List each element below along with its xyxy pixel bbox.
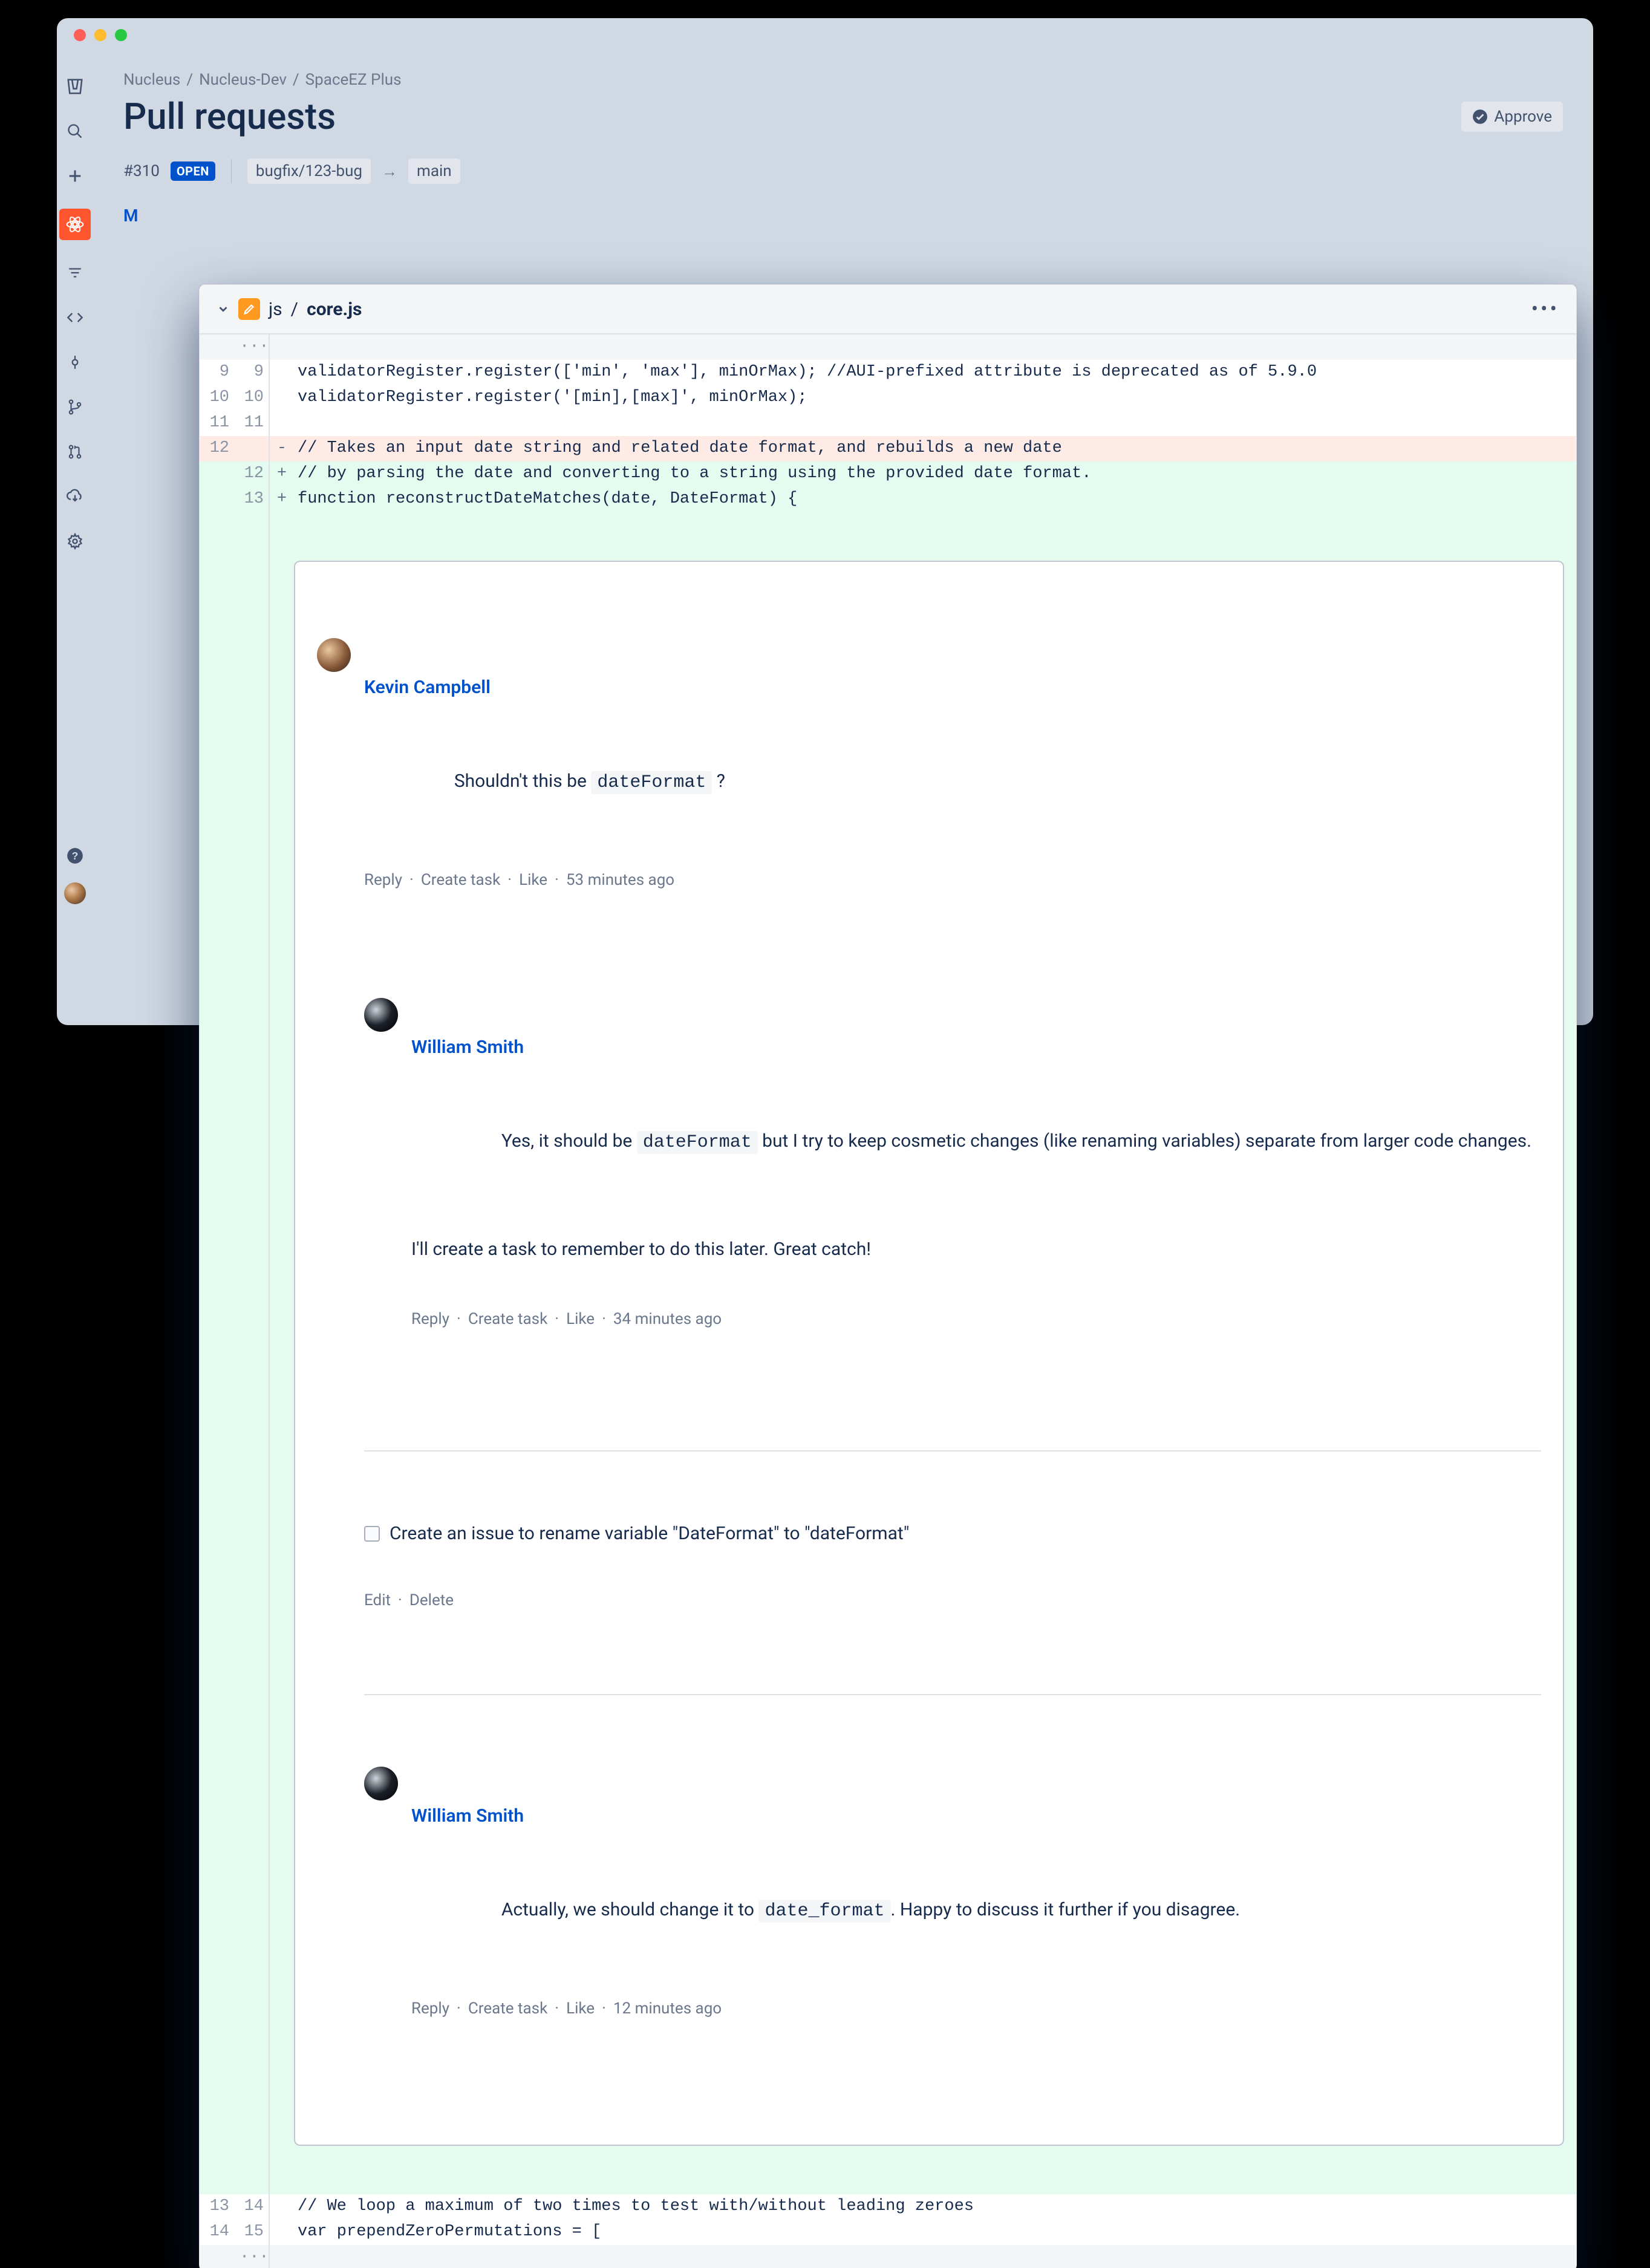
code-line: 1314// We loop a maximum of two times to… [200,2194,1576,2220]
comment-reply: William Smith Actually, we should change… [364,1767,1541,2056]
branches-icon[interactable] [63,395,87,419]
user-avatar[interactable] [64,882,86,904]
comment-body: Shouldn't this be dateFormat ? [364,740,1541,824]
fold-row[interactable]: ··· [200,334,1576,360]
breadcrumb-item[interactable]: Nucleus-Dev [199,71,287,89]
diff-body: ··· 99validatorRegister.register(['min',… [200,334,1576,2268]
target-branch[interactable]: main [408,158,460,184]
search-icon[interactable] [63,119,87,143]
create-task-button[interactable]: Create task [421,871,500,889]
code-line: 99validatorRegister.register(['min', 'ma… [200,360,1576,385]
breadcrumb-item[interactable]: SpaceEZ Plus [305,71,402,89]
app-shell: ? Nucleus / Nucleus-Dev / SpaceEZ Plus P… [57,51,1593,904]
app-window: ? Nucleus / Nucleus-Dev / SpaceEZ Plus P… [57,18,1593,1025]
file-modified-icon [238,298,260,320]
comment-thread: Kevin Campbell Shouldn't this be dateFor… [294,561,1564,2146]
page-title: Pull requests [123,95,336,138]
comment-author[interactable]: Kevin Campbell [364,677,1541,698]
task-actions: Edit· Delete [364,1591,1541,1609]
approve-button[interactable]: Approve [1461,102,1563,132]
create-task-button[interactable]: Create task [468,1310,547,1328]
reply-button[interactable]: Reply [411,1999,449,2018]
filter-icon[interactable] [63,261,87,285]
timestamp: 12 minutes ago [613,1999,722,2018]
add-icon[interactable] [63,164,87,188]
timestamp: 53 minutes ago [566,871,674,889]
comment: Kevin Campbell Shouldn't this be dateFor… [317,638,1541,928]
like-button[interactable]: Like [566,1310,595,1328]
approve-label: Approve [1494,108,1552,126]
tab-hint: M [123,206,1563,226]
like-button[interactable]: Like [519,871,547,889]
code-line: 1010validatorRegister.register('[min],[m… [200,385,1576,411]
window-close[interactable] [74,29,86,41]
divider [364,1450,1541,1452]
reply-button[interactable]: Reply [364,871,402,889]
arrow-right-icon: → [382,162,397,181]
pull-requests-icon[interactable] [63,440,87,464]
divider [364,1694,1541,1695]
commits-icon[interactable] [63,350,87,374]
comment-actions: Reply· Create task· Like· 12 minutes ago [411,1999,1541,2018]
project-logo[interactable] [59,209,91,240]
task-text: Create an issue to rename variable "Date… [390,1523,909,1544]
task-checkbox[interactable] [364,1526,380,1542]
bitbucket-icon[interactable] [63,74,87,99]
avatar[interactable] [317,638,351,672]
window-minimize[interactable] [94,29,106,41]
file-dir: js [269,299,282,320]
help-icon[interactable]: ? [63,844,87,868]
sidebar: ? [57,51,93,904]
breadcrumb: Nucleus / Nucleus-Dev / SpaceEZ Plus [123,71,1563,89]
titlebar [57,18,1593,51]
code-line: 1111 [200,411,1576,436]
create-task-button[interactable]: Create task [468,1999,547,2018]
code-line-added: 13+function reconstructDateMatches(date,… [200,487,1576,512]
comment-reply: William Smith Yes, it should be dateForm… [364,998,1541,1367]
breadcrumb-item[interactable]: Nucleus [123,71,180,89]
comment-body: Actually, we should change it to date_fo… [411,1869,1541,1952]
comment-author[interactable]: William Smith [411,1805,1541,1826]
window-zoom[interactable] [115,29,127,41]
avatar[interactable] [364,1767,398,1800]
svg-text:?: ? [72,850,79,862]
code-line: 1415var prependZeroPermutations = [ [200,2220,1576,2245]
comment-actions: Reply· Create task· Like· 34 minutes ago [411,1310,1541,1328]
comment-author[interactable]: William Smith [411,1037,1541,1058]
source-branch[interactable]: bugfix/123-bug [247,158,371,184]
state-badge: OPEN [171,161,215,181]
check-circle-icon [1472,109,1488,125]
fold-row[interactable]: ··· [200,2245,1576,2268]
avatar[interactable] [364,998,398,1032]
diff-header: js / core.js ••• [200,285,1576,334]
collapse-icon[interactable] [217,302,230,316]
settings-icon[interactable] [63,529,87,553]
task-item: Create an issue to rename variable "Date… [364,1523,1541,1544]
pr-id: #310 [123,162,160,180]
delete-button[interactable]: Delete [409,1591,454,1609]
like-button[interactable]: Like [566,1999,595,2018]
pr-meta: #310 OPEN bugfix/123-bug → main [123,158,1563,184]
downloads-icon[interactable] [63,484,87,509]
diff-panel: js / core.js ••• ··· 99validatorRegister… [199,284,1577,2268]
comment-body: I'll create a task to remember to do thi… [411,1236,1541,1263]
timestamp: 34 minutes ago [613,1310,722,1328]
source-icon[interactable] [63,305,87,330]
file-name: core.js [307,299,362,320]
more-menu-icon[interactable]: ••• [1531,297,1559,321]
comment-actions: Reply· Create task· Like· 53 minutes ago [364,871,1541,889]
edit-button[interactable]: Edit [364,1591,391,1609]
comment-thread-row: Kevin Campbell Shouldn't this be dateFor… [200,512,1576,2194]
code-line-added: 12+// by parsing the date and converting… [200,461,1576,487]
code-line-removed: 12-// Takes an input date string and rel… [200,436,1576,461]
reply-button[interactable]: Reply [411,1310,449,1328]
comment-body: Yes, it should be dateFormat but I try t… [411,1100,1541,1184]
